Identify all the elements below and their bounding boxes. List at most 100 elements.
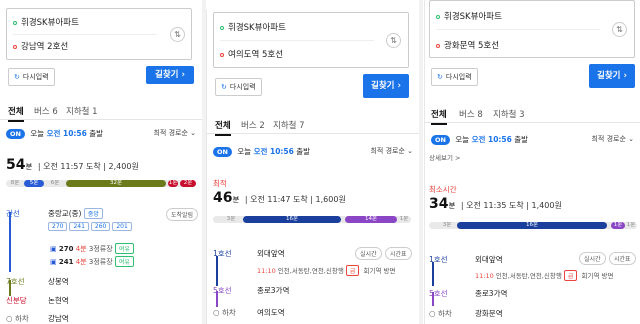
find-route-button[interactable]: 길찾기 › (363, 74, 409, 98)
step-stop: 광화문역 (475, 309, 503, 318)
departure-time[interactable]: 오전 10:56 (472, 135, 512, 144)
sort-select[interactable]: 최적 경로순 ⌄ (591, 134, 634, 144)
refresh-icon: ↻ (221, 83, 227, 91)
divider (436, 29, 600, 30)
divider (13, 34, 157, 35)
step-stop: 논현역 (48, 296, 69, 305)
step-type: ○ 하차 (429, 309, 452, 318)
bus-segment: 5분 (24, 180, 44, 187)
category-label: 최소시간 (429, 185, 457, 194)
bus-chip[interactable]: 270 (48, 222, 68, 231)
tab-subway[interactable]: 지하철 1 (66, 105, 98, 117)
step-type: ○ 하차 (213, 308, 236, 317)
line1-route-line (216, 256, 218, 286)
step-stop: 종로3가역 (257, 286, 290, 295)
route-input-box: 휘경SK뷰아파트 강남역 2호선 ⇅ (6, 8, 192, 60)
train-note: 11:10 인천,서동탄,연천,신창행 급 회기역 방면 (257, 265, 396, 276)
origin-dot-icon (13, 20, 17, 25)
tab-bus[interactable]: 버스 8 (459, 108, 483, 120)
route-timeline-bar: 3분 16분 14분 1분 (213, 216, 411, 223)
bus-arrival-row: ▣ 241 4분 3정류장 여유 (50, 256, 136, 267)
walk-segment: 1분 (399, 216, 409, 222)
origin-dot-icon (220, 25, 224, 30)
swap-icon[interactable]: ⇅ (386, 33, 401, 48)
tab-bus[interactable]: 버스 6 (34, 105, 58, 117)
destination-field[interactable]: 여의도역 5호선 (220, 48, 283, 60)
on-toggle[interactable]: ON (213, 147, 232, 157)
route-panel-3: 휘경SK뷰아파트 광화문역 5호선 ⇅ ↻ 다시입력 길찾기 › 전체 버스 8 … (424, 0, 640, 324)
step-stop: 외대앞역 (475, 255, 503, 264)
bus-chip[interactable]: 260 (90, 222, 111, 231)
origin-field[interactable]: 휘경SK뷰아파트 (220, 21, 286, 33)
sinbundang-segment: 2분 (180, 180, 196, 187)
step-type: 간선 (6, 209, 20, 218)
origin-dot-icon (436, 14, 440, 19)
on-toggle[interactable]: ON (6, 129, 25, 139)
line1-route-line (432, 262, 434, 286)
line1-segment: 16분 (457, 222, 607, 229)
sort-select[interactable]: 최적 경로순 ⌄ (153, 128, 196, 138)
on-toggle[interactable]: ON (431, 135, 450, 145)
swap-icon[interactable]: ⇅ (612, 22, 627, 37)
swap-icon[interactable]: ⇅ (170, 27, 185, 42)
bus-chips: 270 241 260 201 (48, 222, 134, 231)
destination-dot-icon (13, 44, 17, 49)
arrival-alert-button[interactable]: 도착알림 (166, 208, 199, 221)
origin-field[interactable]: 휘경SK뷰아파트 (436, 10, 502, 22)
reset-button[interactable]: ↻ 다시입력 (8, 68, 55, 86)
bus-chip[interactable]: 201 (112, 222, 132, 231)
walk-segment: 3분 (226, 216, 236, 222)
line7-segment: 32분 (66, 180, 166, 187)
tab-subway[interactable]: 지하철 7 (273, 119, 305, 131)
destination-dot-icon (436, 43, 440, 48)
tab-all[interactable]: 전체 (8, 105, 24, 122)
sort-select[interactable]: 최적 경로순 ⌄ (370, 146, 413, 156)
timetable-button[interactable]: 시간표 (609, 252, 636, 265)
step-type: 1호선 (429, 255, 448, 264)
realtime-button[interactable]: 실시간 (355, 247, 382, 260)
route-summary: 34분 | 오전 11:35 도착 | 1,400원 (429, 196, 562, 212)
origin-field[interactable]: 휘경SK뷰아파트 (13, 16, 79, 28)
destination-dot-icon (220, 52, 224, 57)
route-panel-2: 휘경SK뷰아파트 여의도역 5호선 ⇅ ↻ 다시입력 길찾기 › 전체 버스 2 … (206, 10, 419, 324)
route-input-box: 휘경SK뷰아파트 광화문역 5호선 ⇅ (429, 0, 635, 58)
tab-bus[interactable]: 버스 2 (241, 119, 265, 131)
realtime-button[interactable]: 실시간 (579, 252, 606, 265)
find-route-button[interactable]: 길찾기 › (146, 66, 194, 84)
tab-subway[interactable]: 지하철 3 (493, 108, 525, 120)
tab-all[interactable]: 전체 (215, 119, 231, 136)
bus-arrival-row: ▣ 270 4분 3정류장 여유 (50, 243, 136, 254)
departure-time[interactable]: 오전 10:56 (47, 129, 87, 138)
bus-route-line (9, 212, 11, 272)
detail-link[interactable]: 상세보기 > (429, 152, 460, 162)
divider (220, 40, 374, 41)
step-type: 신분당 (6, 296, 27, 305)
walk-segment: 3분 (442, 222, 452, 228)
reset-button[interactable]: ↻ 다시입력 (431, 68, 478, 86)
step-type: 5호선 (429, 289, 448, 298)
refresh-icon: ↻ (14, 73, 20, 81)
route-panel-1: 휘경SK뷰아파트 강남역 2호선 ⇅ ↻ 다시입력 길찾기 › 전체 버스 6 지… (0, 0, 202, 324)
panel-divider (419, 0, 423, 324)
line5-segment: 14분 (345, 216, 397, 223)
walk-segment: 1분 (626, 222, 636, 228)
line5-segment: 1분 (611, 222, 625, 229)
timetable-button[interactable]: 시간표 (385, 247, 412, 260)
bus-chip[interactable]: 241 (69, 222, 89, 231)
step-type: 7호선 (6, 277, 25, 286)
reset-button[interactable]: ↻ 다시입력 (215, 78, 262, 96)
tab-all[interactable]: 전체 (431, 108, 447, 125)
destination-field[interactable]: 강남역 2호선 (13, 40, 68, 52)
route-summary: 46분 | 오전 11:47 도착 | 1,600원 (213, 190, 346, 206)
step-stop: 상봉역 (48, 277, 69, 286)
departure-row: ON 오늘 오전 10:56 출발 최적 경로순 ⌄ (6, 128, 196, 140)
departure-time[interactable]: 오전 10:56 (254, 147, 294, 156)
find-route-button[interactable]: 길찾기 › (589, 64, 635, 88)
tab-bar: 전체 버스 2 지하철 7 (207, 116, 419, 136)
departure-row: ON 오늘 오전 10:56 출발 최적 경로순 ⌄ (431, 134, 634, 146)
route-summary: 54분 | 오전 11:57 도착 | 2,400원 (6, 157, 139, 173)
step-type: ○ 하차 (6, 314, 29, 323)
destination-field[interactable]: 광화문역 5호선 (436, 39, 499, 51)
tab-bar: 전체 버스 6 지하철 1 (0, 102, 202, 122)
sinbundang-segment: 1분 (168, 180, 178, 187)
